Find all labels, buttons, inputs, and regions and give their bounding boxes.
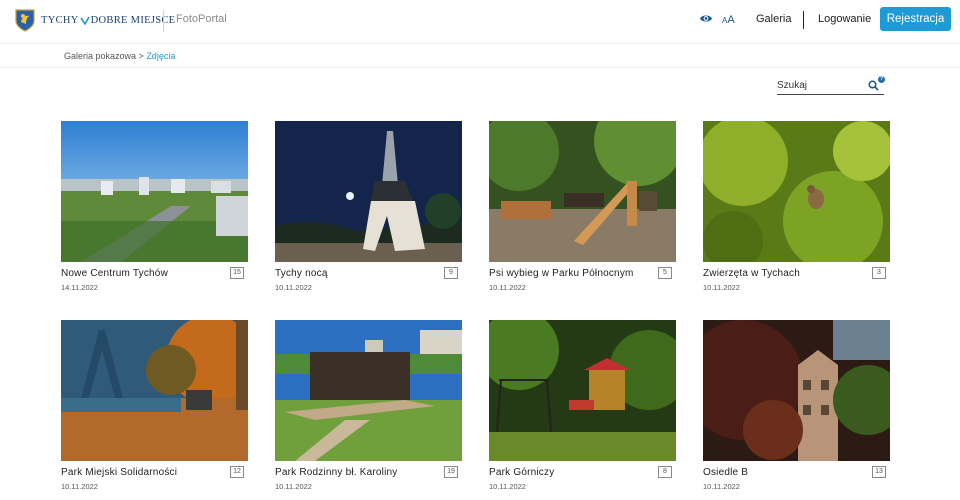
logo-divider — [163, 10, 164, 32]
nav-gallery-link[interactable]: Galeria — [756, 13, 791, 25]
gallery-card-title[interactable]: Zwierzęta w Tychach — [703, 268, 800, 279]
search-icon[interactable] — [868, 80, 879, 91]
register-button[interactable]: Rejestracja — [880, 7, 951, 31]
gallery-card-date: 10.11.2022 — [489, 482, 526, 491]
gallery-thumbnail[interactable] — [489, 320, 676, 461]
gallery-thumbnail[interactable] — [489, 121, 676, 262]
gallery-card-title[interactable]: Park Górniczy — [489, 467, 554, 478]
help-icon[interactable]: ? — [878, 76, 885, 83]
crest-icon — [15, 9, 35, 32]
gallery-card-psi-wybieg[interactable]: Psi wybieg w Parku Północnym 10.11.2022 … — [489, 121, 676, 292]
eye-icon[interactable] — [699, 13, 713, 24]
gallery-card-title[interactable]: Park Miejski Solidarności — [61, 467, 177, 478]
site-logo[interactable]: TYCHY DOBRE MIEJSCE — [14, 8, 175, 32]
breadcrumb-current: Zdjęcia — [146, 51, 176, 61]
gallery-card-park-solidarnosci[interactable]: Park Miejski Solidarności 10.11.2022 12 — [61, 320, 248, 491]
photo-count-badge: 15 — [230, 267, 244, 279]
nav-login-link[interactable]: Logowanie — [818, 13, 871, 25]
gallery-thumbnail[interactable] — [275, 320, 462, 461]
breadcrumb-divider — [0, 67, 960, 68]
gallery-card-date: 10.11.2022 — [61, 482, 98, 491]
gallery-card-date: 10.11.2022 — [489, 283, 526, 292]
breadcrumb: Galeria pokazowa > Zdjęcia — [64, 51, 175, 61]
logo-text-left: TYCHY — [41, 14, 79, 26]
gallery-card-title[interactable]: Tychy nocą — [275, 268, 328, 279]
gallery-card-nowe-centrum[interactable]: Nowe Centrum Tychów 14.11.2022 15 — [61, 121, 248, 292]
photo-count-badge: 3 — [872, 267, 886, 279]
gallery-card-date: 10.11.2022 — [703, 482, 740, 491]
heart-icon — [80, 16, 90, 25]
gallery-card-park-rodzinny[interactable]: Park Rodzinny bł. Karoliny 10.11.2022 19 — [275, 320, 462, 491]
photo-count-badge: 19 — [444, 466, 458, 478]
font-size-toggle[interactable]: AA — [722, 13, 735, 28]
gallery-card-tychy-noca[interactable]: Tychy nocą 10.11.2022 9 — [275, 121, 462, 292]
search-input[interactable] — [777, 78, 865, 92]
site-header: TYCHY DOBRE MIEJSCE FotoPortal AA Galeri… — [0, 0, 960, 44]
portal-name: FotoPortal — [176, 13, 227, 25]
gallery-card-date: 10.11.2022 — [275, 283, 312, 292]
gallery-thumbnail[interactable] — [703, 320, 890, 461]
gallery-card-title[interactable]: Psi wybieg w Parku Północnym — [489, 268, 634, 279]
breadcrumb-parent[interactable]: Galeria pokazowa — [64, 51, 136, 61]
photo-count-badge: 8 — [658, 466, 672, 478]
gallery-card-date: 14.11.2022 — [61, 283, 98, 292]
gallery-card-title[interactable]: Park Rodzinny bł. Karoliny — [275, 467, 397, 478]
search-box: ? — [777, 76, 885, 95]
photo-count-badge: 5 — [658, 267, 672, 279]
gallery-card-park-gorniczy[interactable]: Park Górniczy 10.11.2022 8 — [489, 320, 676, 491]
photo-count-badge: 13 — [872, 466, 886, 478]
breadcrumb-separator: > — [136, 51, 147, 61]
gallery-thumbnail[interactable] — [275, 121, 462, 262]
gallery-card-zwierzeta[interactable]: Zwierzęta w Tychach 10.11.2022 3 — [703, 121, 890, 292]
gallery-thumbnail[interactable] — [61, 320, 248, 461]
gallery-thumbnail[interactable] — [61, 121, 248, 262]
gallery-card-osiedle-b[interactable]: Osiedle B 10.11.2022 13 — [703, 320, 890, 491]
font-size-large: A — [727, 14, 735, 26]
photo-count-badge: 12 — [230, 466, 244, 478]
gallery-card-title[interactable]: Osiedle B — [703, 467, 748, 478]
nav-separator — [803, 11, 804, 29]
photo-count-badge: 9 — [444, 267, 458, 279]
gallery-card-title[interactable]: Nowe Centrum Tychów — [61, 268, 168, 279]
gallery-card-date: 10.11.2022 — [275, 482, 312, 491]
gallery-card-date: 10.11.2022 — [703, 283, 740, 292]
gallery-thumbnail[interactable] — [703, 121, 890, 262]
